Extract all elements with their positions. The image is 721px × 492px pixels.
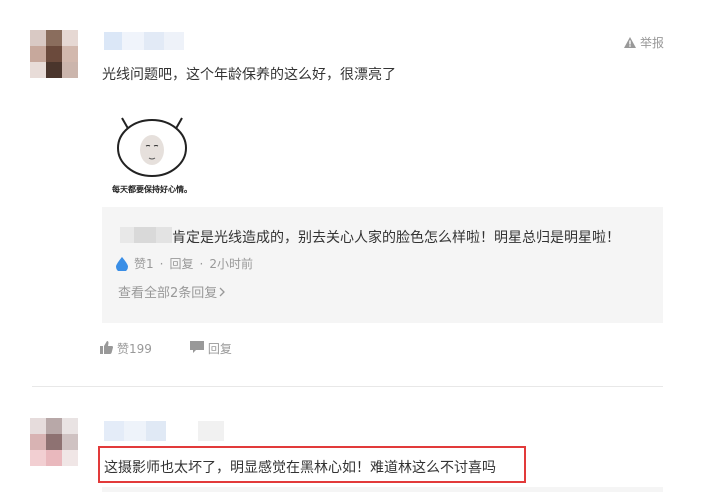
reply-meta: 赞1 · 回复 · 2小时前 [116, 255, 253, 272]
report-label: 举报 [639, 36, 664, 50]
reply-reply-link[interactable]: 回复 [169, 255, 193, 272]
username[interactable] [104, 421, 224, 441]
view-all-replies-link[interactable]: 查看全部2条回复 [118, 282, 226, 301]
speech-bubble-icon [189, 340, 204, 357]
comment-text: 这摄影师也太坏了，明显感觉在黑林心如！难道林这么不讨喜吗 [104, 460, 496, 476]
dot-separator: · [199, 256, 204, 271]
reply-text: 肯定是光线造成的，别去关心人家的脸色怎么样啦！明星总归是明星啦！ [172, 230, 620, 246]
dot-separator: · [159, 256, 164, 271]
chevron-right-icon [219, 286, 226, 301]
reply-button[interactable]: 回复 [189, 340, 232, 357]
reply-box: 肯定是光线造成的，别去关心人家的脸色怎么样啦！明星总归是明星啦！ 赞1 · 回复… [102, 207, 663, 323]
reply-box-edge [102, 487, 663, 492]
sticker-caption: 每天都要保持好心情。 [112, 185, 192, 194]
reply-like-count[interactable]: 赞1 [134, 255, 154, 272]
username[interactable] [104, 32, 184, 50]
avatar[interactable] [30, 30, 78, 78]
report-button[interactable]: 举报 [623, 34, 664, 51]
comment-text: 光线问题吧，这个年龄保养的这么好，很漂亮了 [102, 67, 396, 83]
cat-face-sticker [117, 117, 187, 177]
thumbs-up-icon [100, 340, 113, 357]
sticker-image[interactable]: 每天都要保持好心情。 [104, 104, 200, 200]
divider [32, 386, 663, 387]
reply-label: 回复 [207, 342, 232, 356]
like-button[interactable]: 赞199 [100, 340, 152, 357]
water-drop-icon[interactable] [116, 256, 128, 272]
reply-time: 2小时前 [209, 257, 253, 271]
reply-username[interactable] [120, 227, 172, 243]
like-count: 赞199 [117, 342, 152, 356]
warning-triangle-icon [623, 37, 636, 48]
avatar[interactable] [30, 418, 78, 468]
view-all-label: 查看全部2条回复 [118, 286, 218, 301]
comment-actions: 赞199 回复 [100, 340, 232, 357]
